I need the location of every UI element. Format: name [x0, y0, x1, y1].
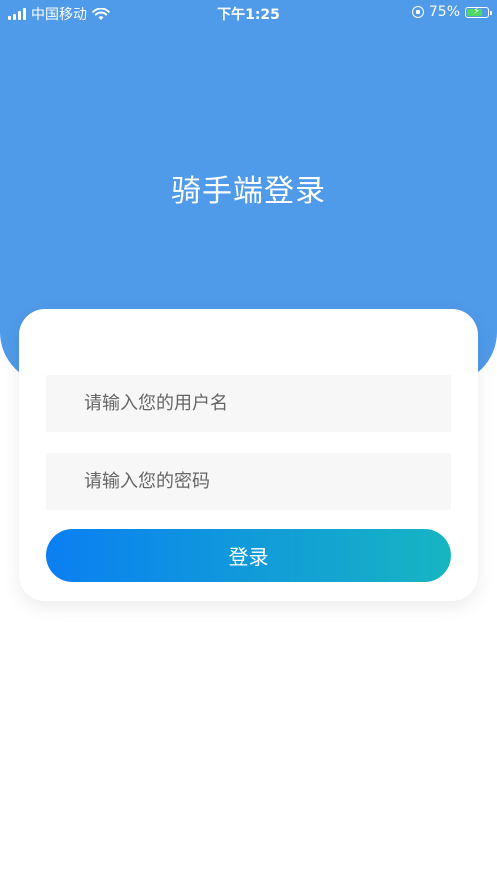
page-title: 骑手端登录 — [171, 174, 326, 209]
battery-percent: 75% — [428, 4, 460, 20]
charging-icon: ⚡ — [473, 5, 481, 17]
password-input[interactable] — [46, 453, 451, 510]
username-input[interactable] — [46, 375, 451, 432]
status-bar: 中国移动 下午1:25 75% ⚡ — [0, 0, 497, 26]
login-card: 登录 — [19, 309, 478, 601]
login-button[interactable]: 登录 — [46, 529, 451, 582]
status-right: 75% ⚡ — [411, 4, 492, 20]
rotation-lock-icon — [411, 6, 424, 18]
battery-icon: ⚡ — [465, 5, 492, 18]
